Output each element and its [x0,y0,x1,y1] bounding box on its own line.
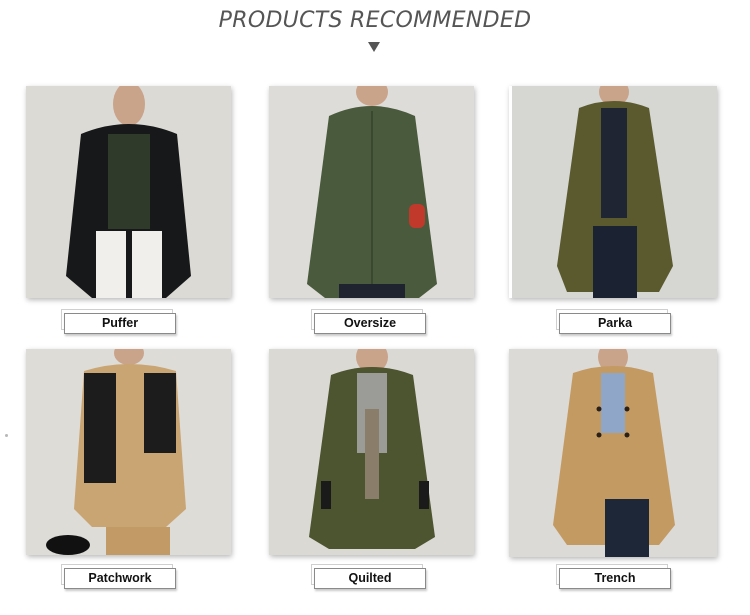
product-card-quilted[interactable] [269,349,474,555]
product-label-oversize[interactable]: Oversize [311,309,426,334]
page-title: PRODUCTS RECOMMENDED [218,8,532,33]
product-label-puffer[interactable]: Puffer [61,309,176,334]
product-photo[interactable] [509,86,717,298]
product-photo[interactable] [26,86,231,298]
product-photo[interactable] [26,349,231,555]
product-card-patchwork[interactable] [26,349,231,555]
product-label-button[interactable]: Patchwork [64,568,176,589]
product-label-button[interactable]: Puffer [64,313,176,334]
product-label-trench[interactable]: Trench [556,564,671,589]
product-label-button[interactable]: Quilted [314,568,426,589]
product-label-parka[interactable]: Parka [556,309,671,334]
product-photo[interactable] [509,349,717,557]
product-label-button[interactable]: Parka [559,313,671,334]
product-photo[interactable] [269,86,474,298]
product-card-oversize[interactable] [269,86,474,298]
product-card-puffer[interactable] [26,86,231,298]
decorative-dot [5,434,8,437]
product-label-patchwork[interactable]: Patchwork [61,564,176,589]
product-card-trench[interactable] [509,349,717,557]
product-photo[interactable] [269,349,474,555]
product-label-button[interactable]: Oversize [314,313,426,334]
product-label-quilted[interactable]: Quilted [311,564,426,589]
product-label-button[interactable]: Trench [559,568,671,589]
product-card-parka[interactable] [509,86,717,298]
triangle-down-icon [368,42,380,52]
